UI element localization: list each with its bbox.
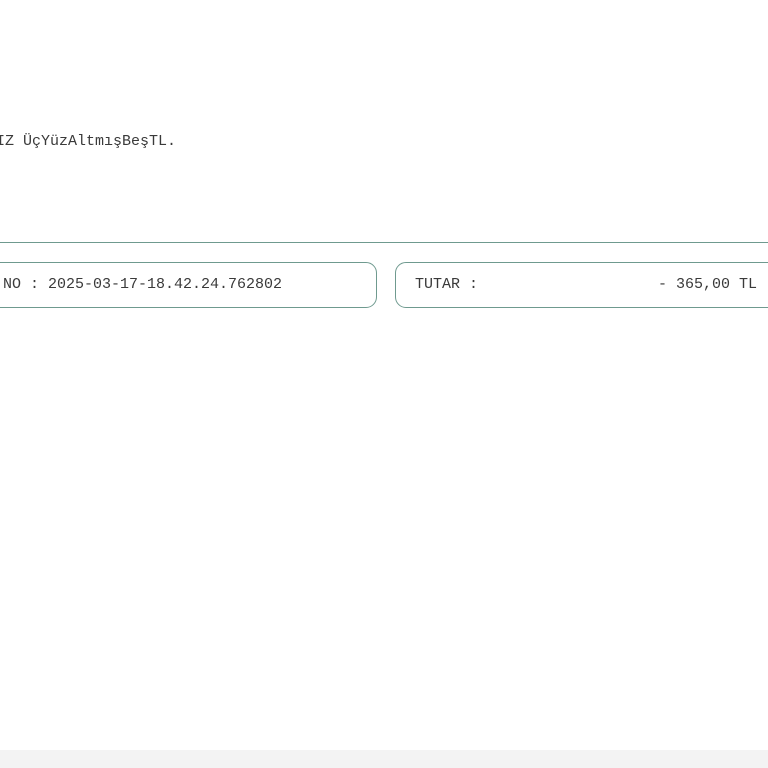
amount-value: - 365,00 TL: [657, 276, 757, 293]
reference-number-box: NO : 2025-03-17-18.42.24.762802: [0, 262, 377, 308]
amount-in-words: IZ ÜçYüzAltmışBeşTL.: [0, 133, 177, 150]
section-divider: [0, 242, 768, 243]
amount-box: TUTAR : - 365,00 TL: [395, 262, 768, 308]
footer-strip: [0, 750, 768, 768]
amount-label: TUTAR :: [415, 276, 479, 293]
reference-number-text: NO : 2025-03-17-18.42.24.762802: [3, 276, 283, 293]
